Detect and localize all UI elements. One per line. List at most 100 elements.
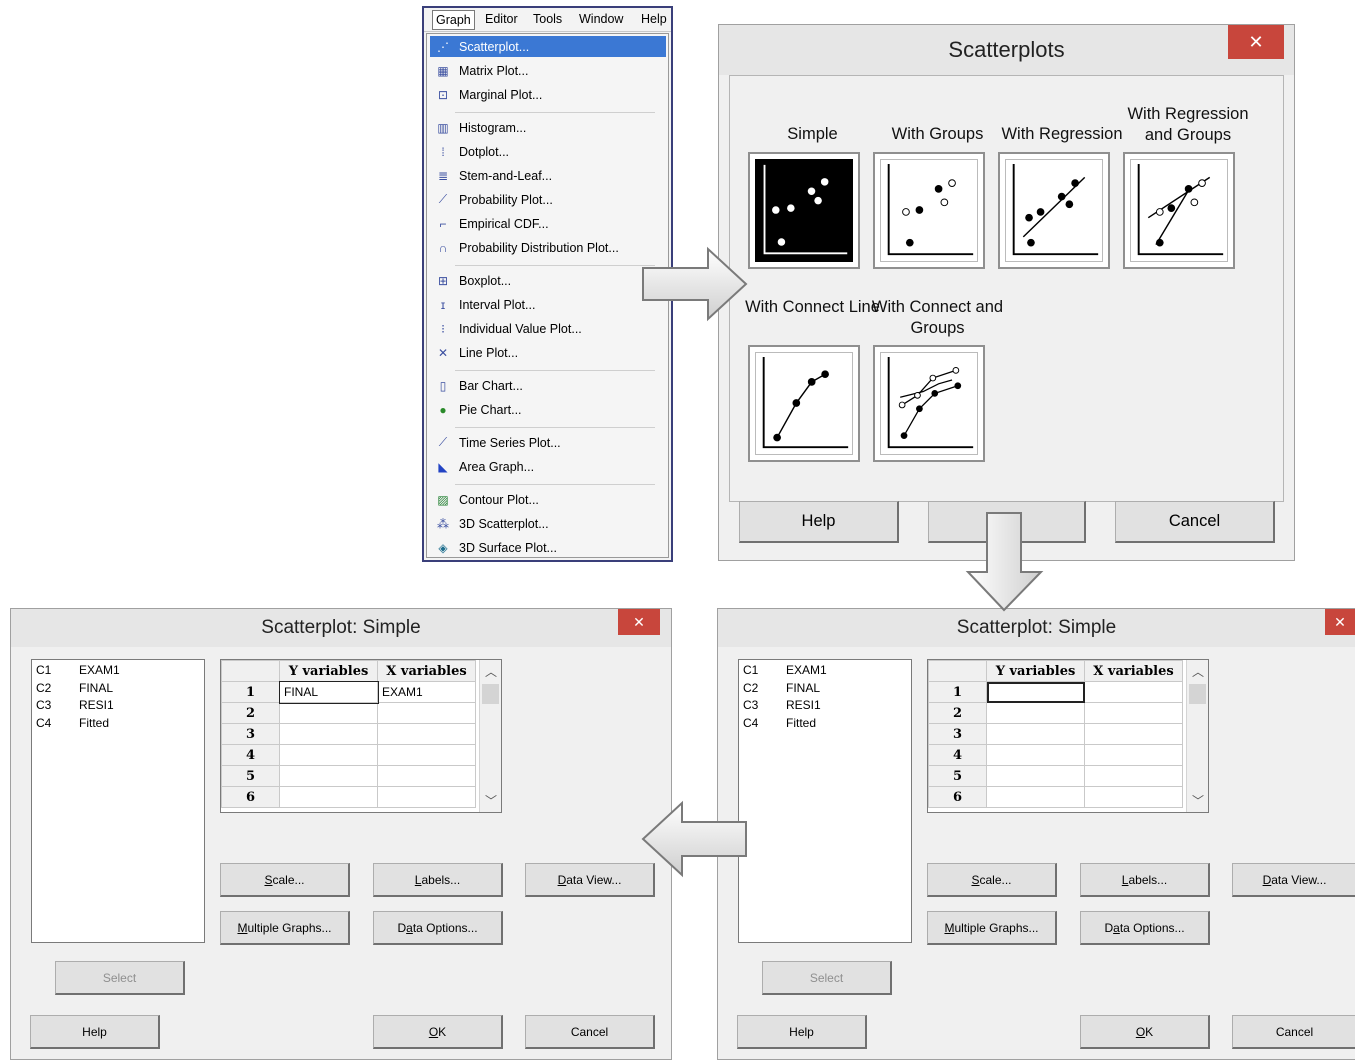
menu-bar: Graph Editor Tools Window Help: [424, 8, 671, 32]
ok-button[interactable]: OK: [373, 1015, 503, 1049]
select-button[interactable]: Select: [55, 961, 185, 995]
menu-item-probability-plot[interactable]: ⟋ Probability Plot...: [430, 189, 666, 210]
grid-scrollbar[interactable]: ︿ ﹀: [1186, 660, 1208, 812]
variable-list[interactable]: C1 EXAM1 C2 FINAL C3 RESI1 C4 Fitted: [738, 659, 912, 943]
scroll-up-icon[interactable]: ︿: [480, 663, 502, 680]
y-variable-cell[interactable]: [279, 702, 378, 724]
thumb-with-regression[interactable]: [998, 152, 1110, 269]
scale-button[interactable]: Scale...: [927, 863, 1057, 897]
cancel-button[interactable]: Cancel: [1232, 1015, 1355, 1049]
x-variable-cell[interactable]: [377, 765, 476, 787]
scale-button[interactable]: Scale...: [220, 863, 350, 897]
x-variable-cell[interactable]: [1084, 681, 1183, 703]
x-variable-cell[interactable]: [1084, 744, 1183, 766]
x-variable-cell[interactable]: EXAM1: [377, 681, 476, 703]
scroll-down-icon[interactable]: ﹀: [480, 792, 502, 809]
help-button[interactable]: Help: [737, 1015, 867, 1049]
x-variable-cell[interactable]: [1084, 702, 1183, 724]
variable-item[interactable]: C3 RESI1: [36, 698, 200, 716]
multiple-graphs-button[interactable]: Multiple Graphs...: [927, 911, 1057, 945]
x-variable-cell[interactable]: [377, 702, 476, 724]
menu-item-empirical-cdf[interactable]: ⌐ Empirical CDF...: [430, 213, 666, 234]
x-variable-cell[interactable]: [377, 744, 476, 766]
menu-item-3d-surface-plot[interactable]: ◈ 3D Surface Plot...: [430, 537, 666, 558]
thumb-with-connect-line[interactable]: [748, 345, 860, 462]
data-view-button[interactable]: Data View...: [1232, 863, 1355, 897]
menu-item-boxplot[interactable]: ⊞ Boxplot...: [430, 270, 666, 291]
y-variable-cell[interactable]: [279, 765, 378, 787]
menu-item-matrix-plot[interactable]: ▦ Matrix Plot...: [430, 60, 666, 81]
y-variable-cell[interactable]: [279, 786, 378, 808]
menu-item-contour-plot[interactable]: ▨ Contour Plot...: [430, 489, 666, 510]
menu-window[interactable]: Window: [579, 12, 623, 26]
3d-scatterplot-icon: ⁂: [437, 516, 449, 531]
data-options-button[interactable]: Da ta Options...: [373, 911, 503, 945]
help-button[interactable]: Help: [739, 501, 899, 543]
y-variable-cell[interactable]: [279, 744, 378, 766]
variable-item[interactable]: C2 FINAL: [36, 681, 200, 699]
menu-item-dotplot[interactable]: ⁞ Dotplot...: [430, 141, 666, 162]
data-options-button[interactable]: Da ta Options...: [1080, 911, 1210, 945]
variable-item[interactable]: C2 FINAL: [743, 681, 907, 699]
variable-item[interactable]: C1 EXAM1: [743, 663, 907, 681]
help-button[interactable]: Help: [30, 1015, 160, 1049]
x-variable-cell[interactable]: [1084, 765, 1183, 787]
ok-button[interactable]: OK: [1080, 1015, 1210, 1049]
menu-editor[interactable]: Editor: [485, 12, 518, 26]
scroll-thumb[interactable]: [1189, 684, 1206, 704]
close-button[interactable]: ✕: [618, 609, 660, 635]
thumb-with-groups[interactable]: [873, 152, 985, 269]
close-button[interactable]: ✕: [1325, 609, 1355, 635]
menu-item-scatterplot[interactable]: ⋰ Scatterplot...: [430, 36, 666, 57]
thumb-with-connect-groups[interactable]: [873, 345, 985, 462]
menu-item-interval-plot[interactable]: ɪ Interval Plot...: [430, 294, 666, 315]
variable-item[interactable]: C4 Fitted: [743, 716, 907, 734]
variable-item[interactable]: C1 EXAM1: [36, 663, 200, 681]
x-variable-cell[interactable]: [1084, 723, 1183, 745]
variable-item[interactable]: C3 RESI1: [743, 698, 907, 716]
y-variable-cell[interactable]: [279, 723, 378, 745]
variables-grid[interactable]: Y variables X variables 1 2 3 4 5 6 ︿ ﹀: [927, 659, 1209, 813]
scroll-thumb[interactable]: [482, 684, 499, 704]
scroll-up-icon[interactable]: ︿: [1187, 663, 1209, 680]
menu-item-probability-distribution-plot[interactable]: ∩ Probability Distribution Plot...: [430, 237, 666, 258]
variables-grid[interactable]: Y variables X variables 1 FINAL EXAM1 2 3 4 5 6 ︿…: [220, 659, 502, 813]
cancel-button[interactable]: Cancel: [525, 1015, 655, 1049]
scroll-down-icon[interactable]: ﹀: [1187, 792, 1209, 809]
labels-button[interactable]: Labels...: [373, 863, 503, 897]
y-variable-cell[interactable]: FINAL: [278, 680, 379, 704]
menu-item-area-graph[interactable]: ◣ Area Graph...: [430, 456, 666, 477]
grid-scrollbar[interactable]: ︿ ﹀: [479, 660, 501, 812]
close-button[interactable]: ✕: [1228, 25, 1284, 59]
menu-item-line-plot[interactable]: ✕ Line Plot...: [430, 342, 666, 363]
y-variable-cell[interactable]: [986, 744, 1085, 766]
y-variable-cell[interactable]: [986, 723, 1085, 745]
menu-item-individual-value-plot[interactable]: ⁝ Individual Value Plot...: [430, 318, 666, 339]
x-variable-cell[interactable]: [377, 786, 476, 808]
y-variable-cell[interactable]: [986, 765, 1085, 787]
labels-button[interactable]: Labels...: [1080, 863, 1210, 897]
data-view-button[interactable]: Data View...: [525, 863, 655, 897]
y-variable-cell[interactable]: [986, 786, 1085, 808]
thumb-with-regression-groups[interactable]: [1123, 152, 1235, 269]
x-variable-cell[interactable]: [377, 723, 476, 745]
y-variable-cell[interactable]: [986, 702, 1085, 724]
select-button[interactable]: Select: [762, 961, 892, 995]
menu-item-histogram[interactable]: ▥ Histogram...: [430, 117, 666, 138]
menu-graph[interactable]: Graph: [432, 10, 475, 30]
multiple-graphs-button[interactable]: Multiple Graphs...: [220, 911, 350, 945]
x-variable-cell[interactable]: [1084, 786, 1183, 808]
y-variable-cell[interactable]: [986, 681, 1085, 703]
menu-item-time-series-plot[interactable]: ⟋ Time Series Plot...: [430, 432, 666, 453]
menu-item-stem-and-leaf[interactable]: ≣ Stem-and-Leaf...: [430, 165, 666, 186]
menu-item-bar-chart[interactable]: ▯ Bar Chart...: [430, 375, 666, 396]
menu-tools[interactable]: Tools: [533, 12, 562, 26]
variable-list[interactable]: C1 EXAM1 C2 FINAL C3 RESI1 C4 Fitted: [31, 659, 205, 943]
menu-item-marginal-plot[interactable]: ⊡ Marginal Plot...: [430, 84, 666, 105]
cancel-button[interactable]: Cancel: [1115, 501, 1275, 543]
menu-item-3d-scatterplot[interactable]: ⁂ 3D Scatterplot...: [430, 513, 666, 534]
thumb-simple[interactable]: [748, 152, 860, 269]
menu-help[interactable]: Help: [641, 12, 667, 26]
menu-item-pie-chart[interactable]: ● Pie Chart...: [430, 399, 666, 420]
variable-item[interactable]: C4 Fitted: [36, 716, 200, 734]
